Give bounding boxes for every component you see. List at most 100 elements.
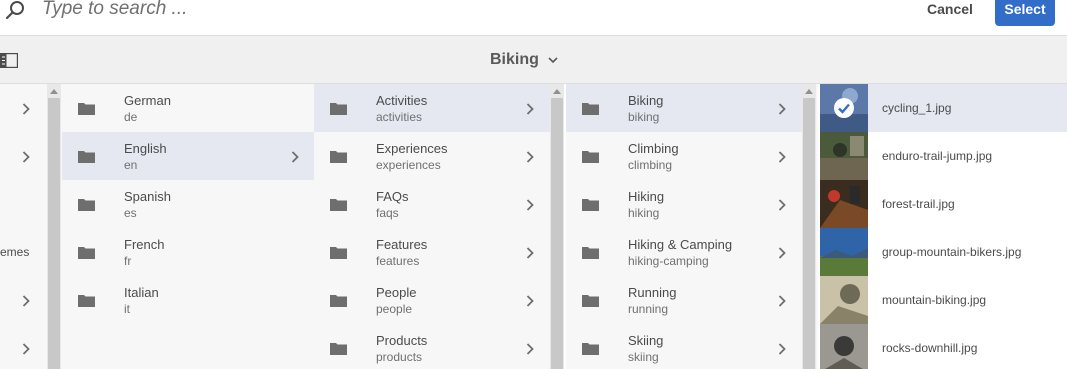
folder-icon xyxy=(78,199,95,211)
asset-item[interactable]: group-mountain-bikers.jpg xyxy=(820,228,1067,276)
list-item-hiking-camping[interactable]: Hiking & Camping hiking-camping xyxy=(566,228,802,276)
asset-name: rocks-downhill.jpg xyxy=(882,341,978,355)
list-item-italian[interactable]: Italian it xyxy=(62,276,314,324)
item-subtitle: features xyxy=(376,254,420,268)
list-item[interactable]: emes xyxy=(0,228,46,276)
search-icon xyxy=(5,1,24,20)
asset-item[interactable]: cycling_1.jpg xyxy=(820,84,1067,132)
chevron-right-icon xyxy=(778,343,786,355)
column-assets: cycling_1.jpg enduro-trail-jump.jpg fore… xyxy=(820,84,1067,369)
chevron-right-icon xyxy=(526,199,534,211)
item-title: People xyxy=(376,285,417,300)
item-title: Spanish xyxy=(124,189,171,204)
item-subtitle: running xyxy=(628,302,669,316)
item-title: Activities xyxy=(376,93,428,108)
asset-name: mountain-biking.jpg xyxy=(882,293,987,307)
title-bar: Biking xyxy=(0,35,1067,84)
chevron-right-icon xyxy=(22,295,30,307)
item-subtitle: faqs xyxy=(376,206,399,220)
chevron-right-icon xyxy=(526,103,534,115)
list-item-biking[interactable]: Biking biking xyxy=(566,84,802,132)
chevron-right-icon xyxy=(22,343,30,355)
chevron-right-icon xyxy=(526,295,534,307)
item-title: French xyxy=(124,237,165,252)
folder-icon xyxy=(78,295,95,307)
asset-item[interactable]: forest-trail.jpg xyxy=(820,180,1067,228)
scrollbar[interactable] xyxy=(47,84,61,369)
item-title: Running xyxy=(628,285,677,300)
folder-icon xyxy=(582,295,599,307)
folder-icon xyxy=(582,247,599,259)
top-bar: Cancel Select xyxy=(0,0,1067,35)
list-item[interactable] xyxy=(0,276,46,324)
item-title: Climbing xyxy=(628,141,679,156)
folder-icon xyxy=(330,295,347,307)
item-subtitle: biking xyxy=(628,110,660,124)
asset-name: enduro-trail-jump.jpg xyxy=(882,149,993,163)
asset-thumbnail xyxy=(820,276,868,324)
asset-thumbnail xyxy=(820,228,868,276)
folder-icon xyxy=(582,151,599,163)
item-subtitle: es xyxy=(124,206,137,220)
asset-thumbnail xyxy=(820,132,868,180)
chevron-right-icon xyxy=(526,247,534,259)
list-item-people[interactable]: People people xyxy=(314,276,550,324)
check-icon xyxy=(834,98,854,118)
chevron-right-icon xyxy=(526,151,534,163)
list-item[interactable] xyxy=(0,180,46,228)
column-root: emes xyxy=(0,84,62,369)
asset-item[interactable]: enduro-trail-jump.jpg xyxy=(820,132,1067,180)
select-button[interactable]: Select xyxy=(995,0,1055,26)
list-item-english[interactable]: English en xyxy=(62,132,314,180)
scrollbar[interactable] xyxy=(550,84,564,369)
chevron-down-icon[interactable] xyxy=(548,56,558,64)
list-item-products[interactable]: Products products xyxy=(314,324,550,369)
chevron-right-icon xyxy=(291,151,299,163)
list-item-hiking[interactable]: Hiking hiking xyxy=(566,180,802,228)
column-languages: German de English en Spanish es French f… xyxy=(62,84,314,369)
asset-thumbnail xyxy=(820,324,868,369)
chevron-right-icon xyxy=(22,103,30,115)
list-item-experiences[interactable]: Experiences experiences xyxy=(314,132,550,180)
item-title: Biking xyxy=(628,93,664,108)
rail-toggle-icon[interactable] xyxy=(0,53,18,68)
folder-icon xyxy=(330,103,347,115)
cancel-button[interactable]: Cancel xyxy=(920,0,980,20)
item-subtitle: products xyxy=(376,350,423,364)
item-subtitle: skiing xyxy=(628,350,659,364)
asset-name: cycling_1.jpg xyxy=(882,101,952,115)
folder-icon xyxy=(330,343,347,355)
asset-item[interactable]: mountain-biking.jpg xyxy=(820,276,1067,324)
item-title: Products xyxy=(376,333,428,348)
folder-icon xyxy=(330,199,347,211)
column-activities: Biking biking Climbing climbing Hiking h… xyxy=(566,84,818,369)
list-item-french[interactable]: French fr xyxy=(62,228,314,276)
list-item-activities[interactable]: Activities activities xyxy=(314,84,550,132)
list-item[interactable] xyxy=(0,132,46,180)
list-item-faqs[interactable]: FAQs faqs xyxy=(314,180,550,228)
list-item-skiing[interactable]: Skiing skiing xyxy=(566,324,802,369)
item-title: German xyxy=(124,93,171,108)
item-title: Hiking & Camping xyxy=(628,237,733,252)
chevron-right-icon xyxy=(778,247,786,259)
breadcrumb-title[interactable]: Biking xyxy=(490,51,539,69)
list-item[interactable] xyxy=(0,84,46,132)
item-subtitle: de xyxy=(124,110,138,124)
item-subtitle: hiking-camping xyxy=(628,254,709,268)
list-item-spanish[interactable]: Spanish es xyxy=(62,180,314,228)
list-item-climbing[interactable]: Climbing climbing xyxy=(566,132,802,180)
chevron-right-icon xyxy=(778,103,786,115)
item-title: Experiences xyxy=(376,141,448,156)
list-item-running[interactable]: Running running xyxy=(566,276,802,324)
list-item-german[interactable]: German de xyxy=(62,84,314,132)
search-input[interactable] xyxy=(42,0,642,22)
item-title: Skiing xyxy=(628,333,664,348)
list-item-features[interactable]: Features features xyxy=(314,228,550,276)
item-subtitle: en xyxy=(124,158,138,172)
chevron-right-icon xyxy=(778,199,786,211)
item-label: emes xyxy=(0,245,30,259)
asset-item[interactable]: rocks-downhill.jpg xyxy=(820,324,1067,369)
list-item[interactable] xyxy=(0,324,46,369)
scrollbar[interactable] xyxy=(802,84,816,369)
asset-name: forest-trail.jpg xyxy=(882,197,955,211)
